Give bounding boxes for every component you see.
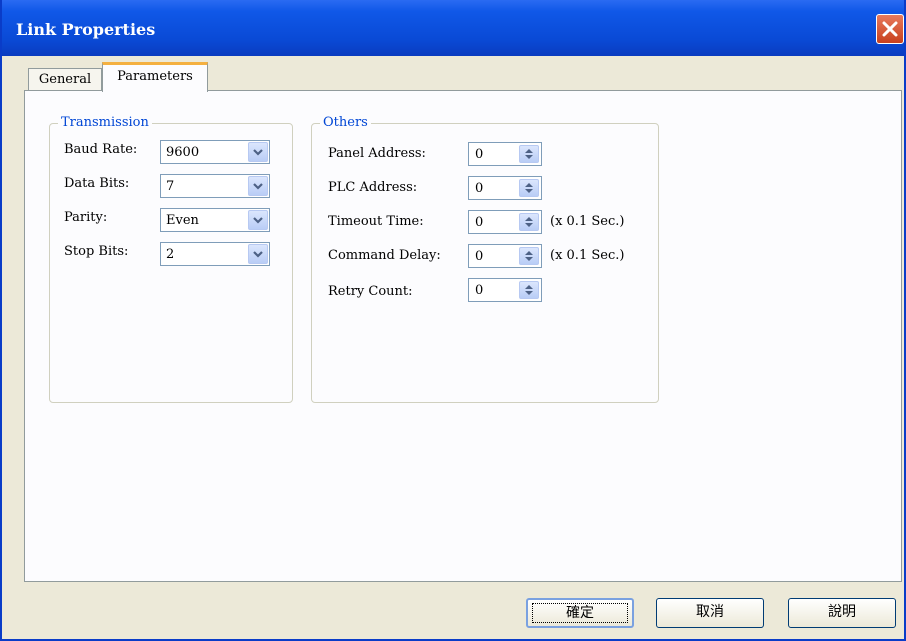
chevron-down-icon[interactable] (248, 210, 268, 230)
retry-count-spinner[interactable]: 0 (468, 278, 542, 302)
close-icon (882, 21, 898, 37)
parity-select[interactable]: Even (160, 208, 270, 232)
stop-bits-select[interactable]: 2 (160, 242, 270, 266)
parity-value: Even (166, 213, 199, 228)
dialog-window: Link Properties General Parameters Trans… (0, 0, 906, 641)
parity-label: Parity: (64, 210, 108, 225)
chevron-down-icon[interactable] (248, 244, 268, 264)
stop-bits-label: Stop Bits: (64, 244, 129, 259)
tab-panel-parameters: Transmission Baud Rate: 9600 Data Bits: … (24, 90, 902, 582)
transmission-group: Transmission Baud Rate: 9600 Data Bits: … (49, 115, 293, 403)
tab-parameters[interactable]: Parameters (102, 62, 208, 92)
panel-address-value: 0 (475, 147, 484, 162)
spinner-arrows-icon[interactable] (519, 247, 539, 265)
help-button-label: 說明 (828, 604, 856, 620)
chevron-down-icon[interactable] (248, 176, 268, 196)
spinner-arrows-icon[interactable] (519, 145, 539, 163)
others-legend: Others (320, 115, 371, 130)
window-title: Link Properties (16, 20, 156, 39)
spinner-arrows-icon[interactable] (519, 213, 539, 231)
cancel-button-label: 取消 (696, 604, 724, 620)
data-bits-label: Data Bits: (64, 176, 130, 191)
retry-count-label: Retry Count: (328, 284, 413, 299)
ok-button[interactable]: 確定 (526, 598, 634, 628)
stop-bits-value: 2 (166, 247, 175, 262)
title-bar[interactable]: Link Properties (2, 0, 904, 56)
timeout-time-label: Timeout Time: (328, 214, 424, 229)
panel-address-label: Panel Address: (328, 146, 426, 161)
command-delay-spinner[interactable]: 0 (468, 244, 542, 268)
spinner-arrows-icon[interactable] (519, 281, 539, 299)
baud-rate-label: Baud Rate: (64, 142, 138, 157)
timeout-time-spinner[interactable]: 0 (468, 210, 542, 234)
plc-address-value: 0 (475, 181, 484, 196)
others-group: Others Panel Address: 0 PLC Address: 0 T… (311, 115, 659, 403)
plc-address-spinner[interactable]: 0 (468, 176, 542, 200)
retry-count-value: 0 (475, 283, 484, 298)
plc-address-label: PLC Address: (328, 180, 418, 195)
transmission-legend: Transmission (58, 115, 152, 130)
command-delay-value: 0 (475, 249, 484, 264)
chevron-down-icon[interactable] (248, 142, 268, 162)
cancel-button[interactable]: 取消 (656, 598, 764, 628)
timeout-time-unit: (x 0.1 Sec.) (550, 214, 625, 229)
command-delay-unit: (x 0.1 Sec.) (550, 248, 625, 263)
command-delay-label: Command Delay: (328, 248, 441, 263)
data-bits-value: 7 (166, 179, 175, 194)
spinner-arrows-icon[interactable] (519, 179, 539, 197)
close-button[interactable] (876, 14, 904, 44)
panel-address-spinner[interactable]: 0 (468, 142, 542, 166)
focus-rect (532, 603, 628, 623)
baud-rate-value: 9600 (166, 145, 200, 160)
tab-general[interactable]: General (28, 68, 102, 90)
timeout-time-value: 0 (475, 215, 484, 230)
help-button[interactable]: 說明 (788, 598, 896, 628)
baud-rate-select[interactable]: 9600 (160, 140, 270, 164)
data-bits-select[interactable]: 7 (160, 174, 270, 198)
